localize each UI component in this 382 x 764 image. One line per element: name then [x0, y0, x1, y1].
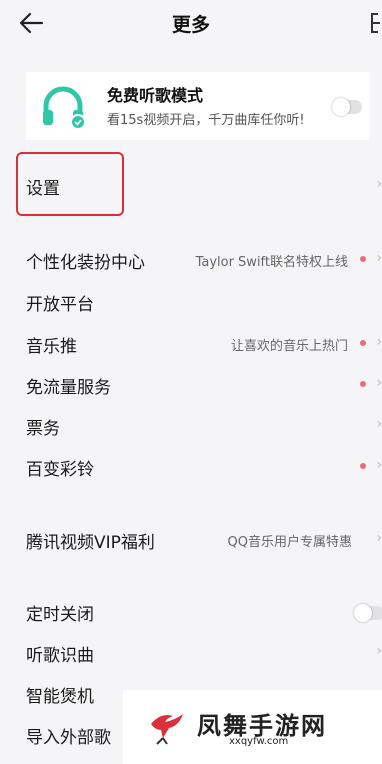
- open-platform-row[interactable]: 开放平台: [0, 282, 382, 322]
- tickets-row[interactable]: 票务 ›: [0, 406, 382, 446]
- theme-center-label: 个性化装扮中心: [26, 253, 145, 273]
- song-recognition-row[interactable]: 听歌识曲 ›: [0, 633, 382, 673]
- banner-title: 免费听歌模式: [107, 86, 204, 105]
- open-platform-label: 开放平台: [26, 295, 94, 315]
- free-mode-toggle[interactable]: [332, 98, 362, 116]
- ringtone-row[interactable]: 百变彩铃 ›: [0, 447, 382, 487]
- headphones-icon: [43, 86, 86, 130]
- chevron-right-icon: ›: [376, 416, 382, 432]
- music-push-label: 音乐推: [26, 337, 77, 357]
- ringtone-label: 百变彩铃: [26, 460, 94, 480]
- free-listening-banner[interactable]: 免费听歌模式 看15s视频开启，千万曲库任你听!: [26, 72, 370, 140]
- music-push-detail: 让喜欢的音乐上热门: [230, 339, 348, 354]
- chevron-right-icon: ›: [376, 250, 382, 266]
- sleep-timer-row[interactable]: 定时关闭: [0, 592, 382, 632]
- notification-dot: [360, 463, 366, 469]
- song-recognition-label: 听歌识曲: [26, 646, 94, 666]
- free-data-row[interactable]: 免流量服务 ›: [0, 365, 382, 405]
- chevron-right-icon: ›: [376, 643, 382, 659]
- free-data-label: 免流量服务: [26, 378, 111, 398]
- chevron-right-icon: ›: [376, 375, 382, 391]
- phoenix-logo-icon: [151, 714, 183, 745]
- banner-subtitle: 看15s视频开启，千万曲库任你听!: [107, 113, 305, 128]
- chevron-right-icon: ›: [376, 176, 382, 192]
- chevron-right-icon: ›: [376, 457, 382, 473]
- smart-device-label: 智能煲机: [26, 687, 94, 707]
- watermark-url: xxqyfw.com: [229, 736, 289, 747]
- exit-icon[interactable]: [368, 12, 382, 34]
- chevron-right-icon: ›: [376, 334, 382, 350]
- sleep-timer-label: 定时关闭: [26, 605, 94, 625]
- toggle-knob: [354, 604, 372, 622]
- page-title: 更多: [171, 14, 210, 36]
- notification-dot: [360, 256, 366, 262]
- tencent-vip-row[interactable]: 腾讯视频VIP福利 QQ音乐用户专属特惠 ›: [0, 520, 382, 560]
- top-bar: 更多: [0, 0, 382, 46]
- tickets-label: 票务: [26, 419, 60, 439]
- sleep-timer-toggle[interactable]: [354, 604, 382, 622]
- theme-center-detail: Taylor Swift联名特权上线: [195, 255, 348, 270]
- tencent-vip-detail: QQ音乐用户专属特惠: [227, 535, 352, 550]
- notification-dot: [360, 340, 366, 346]
- theme-center-row[interactable]: 个性化装扮中心 Taylor Swift联名特权上线 ›: [0, 240, 382, 280]
- notification-dot: [360, 381, 366, 387]
- settings-highlight-box: [16, 152, 124, 216]
- toggle-knob: [332, 98, 350, 116]
- music-push-row[interactable]: 音乐推 让喜欢的音乐上热门 ›: [0, 324, 382, 364]
- watermark: 凤舞手游网 xxqyfw.com: [123, 690, 382, 764]
- chevron-right-icon: ›: [376, 530, 382, 546]
- tencent-vip-label: 腾讯视频VIP福利: [26, 533, 155, 553]
- import-songs-label: 导入外部歌: [26, 728, 111, 748]
